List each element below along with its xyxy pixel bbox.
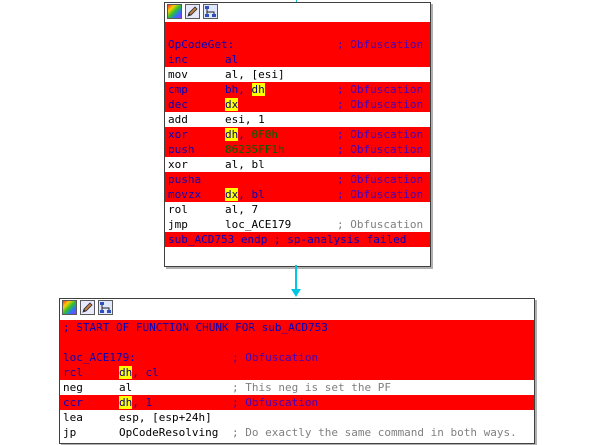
- operands: esi, 1: [225, 113, 265, 126]
- instruction-line[interactable]: ccr dh, 1 ; Obfuscation: [60, 395, 534, 410]
- operands: dh, cl: [119, 366, 159, 379]
- mnemonic: ccr: [63, 396, 83, 409]
- code-label-line[interactable]: OpCodeGet: ; Obfuscation: [165, 37, 430, 52]
- graph-node-loc-ace179[interactable]: ; START OF FUNCTION CHUNK FOR sub_ACD753…: [59, 298, 535, 444]
- operands: al: [119, 381, 133, 394]
- mnemonic: push: [168, 143, 195, 156]
- operands: dx, bl: [225, 188, 265, 201]
- mnemonic: sub_ACD753 endp ; sp-analysis failed: [168, 233, 407, 246]
- instruction-line[interactable]: push 86235FF1h ; Obfuscation: [165, 142, 430, 157]
- operands: dx: [225, 98, 239, 111]
- instruction-line[interactable]: ; START OF FUNCTION CHUNK FOR sub_ACD753: [60, 320, 534, 335]
- instruction-line[interactable]: movzx dx, bl ; Obfuscation: [165, 187, 430, 202]
- mnemonic: add: [168, 113, 188, 126]
- instruction-line[interactable]: mov al, [esi]: [165, 67, 430, 82]
- comment: ; Obfuscation: [337, 83, 424, 96]
- instruction-line[interactable]: sub_ACD753 endp ; sp-analysis failed: [165, 232, 430, 247]
- instruction-line[interactable]: xor dh, 0F0h ; Obfuscation: [165, 127, 430, 142]
- blank-line[interactable]: [165, 22, 430, 37]
- edit-pen-icon[interactable]: [185, 4, 200, 19]
- node-disassembly: OpCodeGet: ; Obfuscation inc al mov al, [esi]…: [165, 22, 430, 247]
- node-disassembly: ; START OF FUNCTION CHUNK FOR sub_ACD753…: [60, 320, 534, 440]
- comment: ; Obfuscation: [337, 173, 424, 186]
- mnemonic: xor: [168, 128, 188, 141]
- operands: 86235FF1h: [225, 143, 285, 156]
- instruction-line[interactable]: inc al: [165, 52, 430, 67]
- comment: ; This neg is set the PF: [232, 381, 391, 394]
- mnemonic: movzx: [168, 188, 202, 201]
- operands: dh, 0F0h: [225, 128, 278, 141]
- mnemonic: jmp: [168, 218, 188, 231]
- comment: ; Obfuscation: [337, 98, 424, 111]
- comment: ; Obfuscation: [232, 396, 319, 409]
- operands: bh, dh: [225, 83, 265, 96]
- instruction-line[interactable]: xor al, bl: [165, 157, 430, 172]
- mnemonic: mov: [168, 68, 188, 81]
- flow-edge-arrow: [291, 265, 301, 297]
- mnemonic: rol: [168, 203, 188, 216]
- instruction-line[interactable]: pusha ; Obfuscation: [165, 172, 430, 187]
- instruction-line[interactable]: jp OpCodeResolving ; Do exactly the same c…: [60, 425, 534, 440]
- operands: al, [esi]: [225, 68, 285, 81]
- mnemonic: loc_ACE179:: [63, 351, 136, 364]
- graph-overview-icon[interactable]: [167, 4, 182, 19]
- comment: ; Obfuscation: [337, 188, 424, 201]
- blank-line[interactable]: [60, 335, 534, 350]
- instruction-line[interactable]: cmp bh, dh ; Obfuscation: [165, 82, 430, 97]
- graph-overview-icon[interactable]: [62, 300, 77, 315]
- comment: ; Obfuscation: [337, 128, 424, 141]
- mnemonic: jp: [63, 426, 77, 439]
- mnemonic: cmp: [168, 83, 188, 96]
- operands: OpCodeResolving: [119, 426, 219, 439]
- comment: ; Do exactly the same command in both wa…: [232, 426, 517, 439]
- operands: esp, [esp+24h]: [119, 411, 212, 424]
- mnemonic: xor: [168, 158, 188, 171]
- instruction-line[interactable]: rol al, 7: [165, 202, 430, 217]
- edit-pen-icon[interactable]: [80, 300, 95, 315]
- instruction-line[interactable]: dec dx ; Obfuscation: [165, 97, 430, 112]
- mnemonic: pusha: [168, 173, 202, 186]
- node-toolbar: [60, 299, 534, 316]
- xrefs-icon[interactable]: [203, 4, 218, 19]
- operands: al, 7: [225, 203, 259, 216]
- mnemonic: neg: [63, 381, 83, 394]
- mnemonic: ; START OF FUNCTION CHUNK FOR sub_ACD753: [63, 321, 328, 334]
- instruction-line[interactable]: jmp loc_ACE179 ; Obfuscation: [165, 217, 430, 232]
- instruction-line[interactable]: lea esp, [esp+24h]: [60, 410, 534, 425]
- mnemonic: OpCodeGet:: [168, 38, 235, 51]
- xrefs-icon[interactable]: [98, 300, 113, 315]
- comment: ; Obfuscation: [337, 218, 424, 231]
- mnemonic: inc: [168, 53, 188, 66]
- operands: al: [225, 53, 239, 66]
- comment: ; Obfuscation: [337, 143, 424, 156]
- graph-node-opcodeget[interactable]: OpCodeGet: ; Obfuscation inc al mov al, [esi]…: [164, 2, 431, 267]
- comment: ; Obfuscation: [232, 351, 319, 364]
- instruction-line[interactable]: add esi, 1: [165, 112, 430, 127]
- operands: al, bl: [225, 158, 265, 171]
- mnemonic: dec: [168, 98, 188, 111]
- node-toolbar: [165, 3, 430, 20]
- instruction-line[interactable]: rcl dh, cl: [60, 365, 534, 380]
- instruction-line[interactable]: neg al ; This neg is set the PF: [60, 380, 534, 395]
- mnemonic: lea: [63, 411, 83, 424]
- operands: dh, 1: [119, 396, 153, 409]
- code-label-line[interactable]: loc_ACE179: ; Obfuscation: [60, 350, 534, 365]
- comment: ; Obfuscation: [337, 38, 424, 51]
- mnemonic: rcl: [63, 366, 83, 379]
- operands: loc_ACE179: [225, 218, 292, 231]
